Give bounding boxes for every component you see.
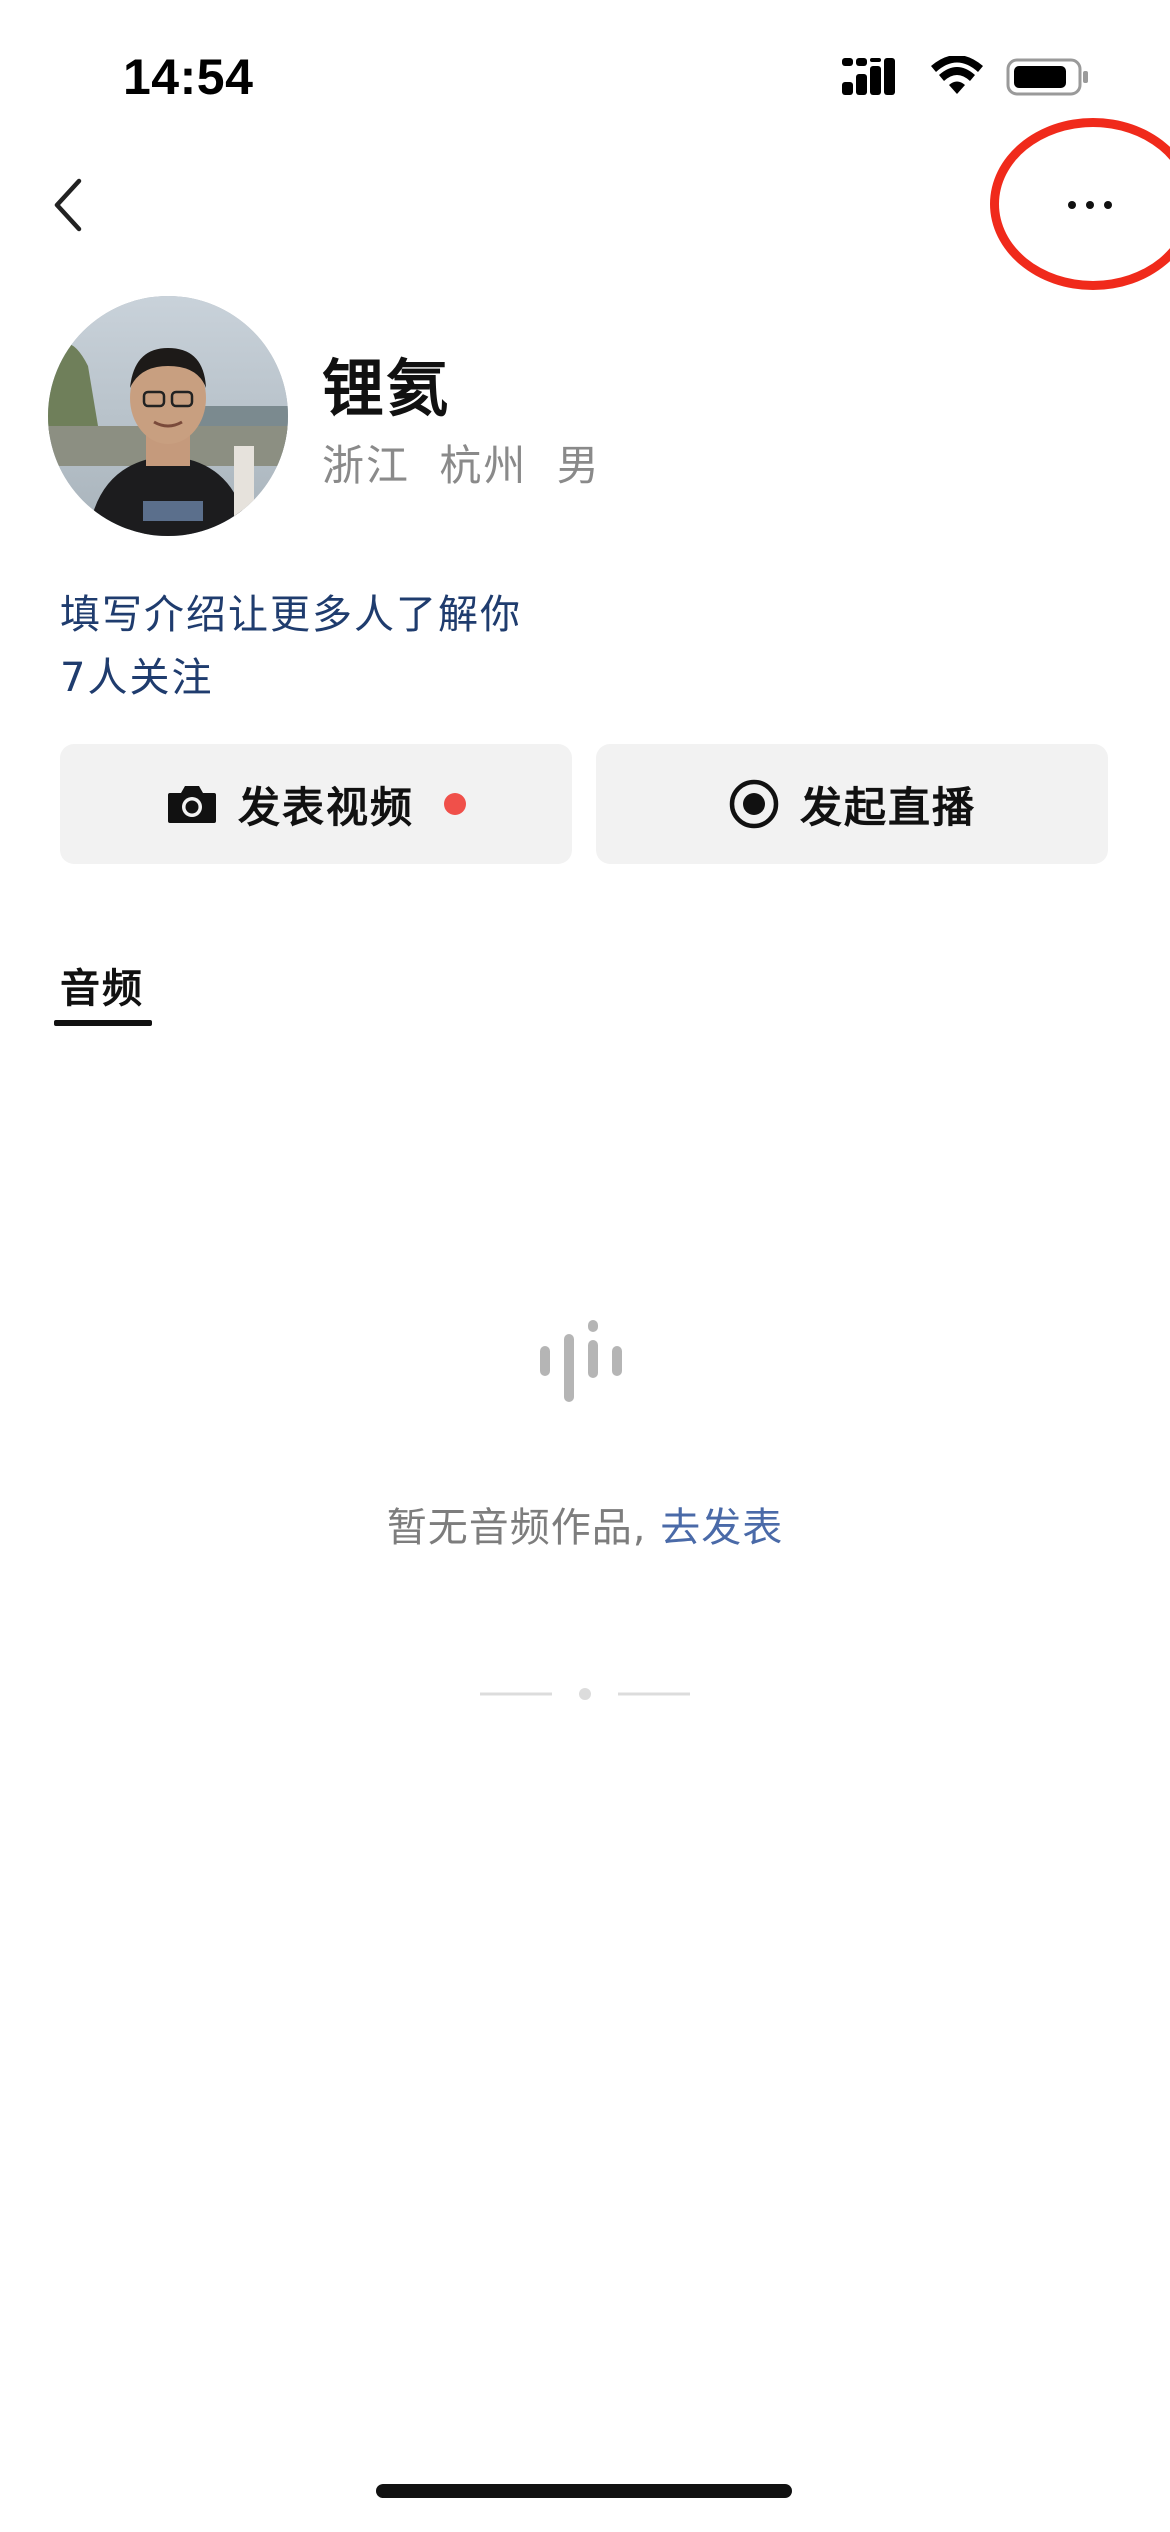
battery-icon <box>1006 58 1088 96</box>
post-video-button[interactable]: 发表视频 <box>60 744 572 864</box>
profile-province: 浙江 <box>322 441 411 490</box>
start-live-label: 发起直播 <box>799 782 976 832</box>
profile-gender: 男 <box>556 441 601 490</box>
more-dot <box>1104 201 1112 209</box>
more-options-button[interactable] <box>1035 180 1145 230</box>
profile-name: 锂氦 <box>322 352 451 425</box>
more-horizontal-icon <box>1068 201 1076 209</box>
home-indicator <box>376 2484 792 2498</box>
go-publish-link[interactable]: 去发表 <box>660 1505 783 1551</box>
post-video-label: 发表视频 <box>237 782 414 832</box>
empty-state-message: 暂无音频作品, 去发表 <box>0 1495 1170 1553</box>
signal-icon <box>842 58 895 95</box>
empty-state-text: 暂无音频作品, <box>386 1505 661 1551</box>
followers-count[interactable]: 7人关注 <box>60 645 213 703</box>
wifi-icon <box>931 56 983 94</box>
more-dot <box>1086 201 1094 209</box>
chevron-left-icon <box>54 178 82 232</box>
camera-icon <box>167 786 216 823</box>
profile-page: 14:54 锂氦 浙江 杭州 男 填写介绍让更多人了解你 7人关注 发表视频 发… <box>0 0 1170 2532</box>
status-time: 14:54 <box>123 49 254 105</box>
audio-wave-icon <box>540 1320 622 1402</box>
avatar-photo <box>48 296 288 536</box>
live-record-icon <box>729 779 779 829</box>
intro-prompt-link[interactable]: 填写介绍让更多人了解你 <box>60 582 522 640</box>
tab-active-indicator <box>54 1020 152 1026</box>
profile-city: 杭州 <box>439 441 528 490</box>
status-icons <box>842 56 1090 96</box>
new-badge-dot <box>444 793 466 815</box>
back-button[interactable] <box>38 170 98 240</box>
end-of-list-divider <box>480 1688 690 1700</box>
avatar[interactable] <box>48 296 288 536</box>
start-live-button[interactable]: 发起直播 <box>596 744 1108 864</box>
profile-meta: 浙江 杭州 男 <box>322 432 615 493</box>
tab-audio[interactable]: 音频 <box>60 956 144 1014</box>
